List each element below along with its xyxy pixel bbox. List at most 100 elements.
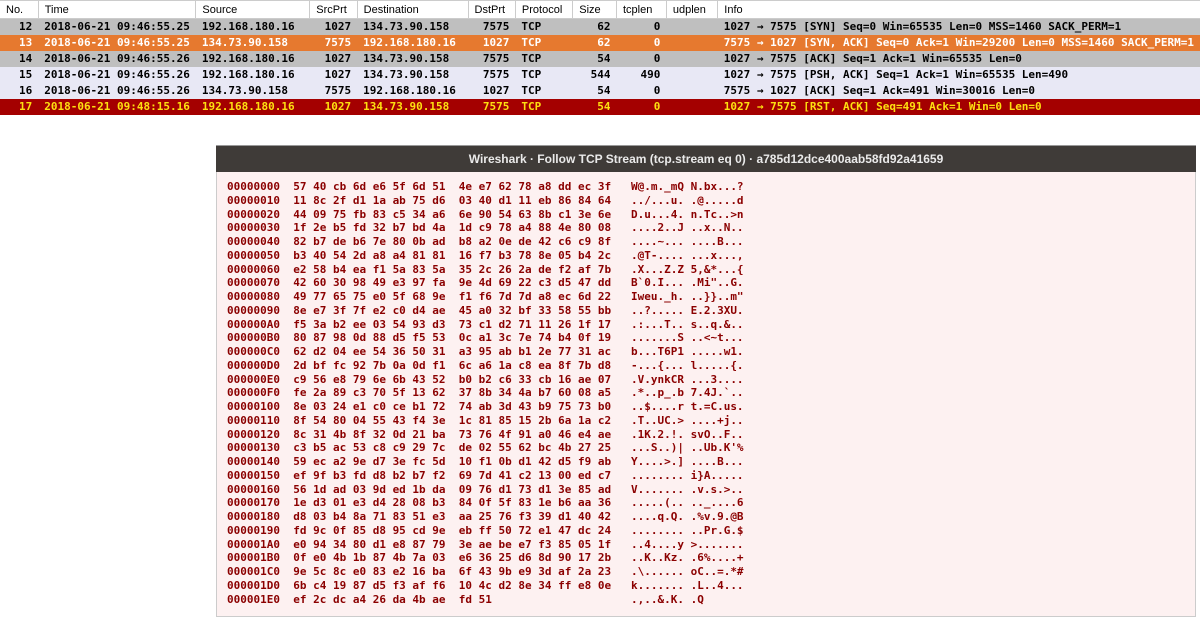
- hex-line[interactable]: 000000A0 f5 3a b2 ee 03 54 93 d3 73 c1 d…: [227, 318, 1185, 332]
- cell: 192.168.180.16: [196, 67, 310, 83]
- cell: 0: [616, 51, 666, 67]
- hex-line[interactable]: 00000100 8e 03 24 e1 c0 ce b1 72 74 ab 3…: [227, 400, 1185, 414]
- cell: 134.73.90.158: [357, 99, 468, 115]
- hex-line[interactable]: 00000130 c3 b5 ac 53 c8 c9 29 7c de 02 5…: [227, 441, 1185, 455]
- hex-line[interactable]: 000000C0 62 d2 04 ee 54 36 50 31 a3 95 a…: [227, 345, 1185, 359]
- cell: 1027 → 7575 [SYN] Seq=0 Win=65535 Len=0 …: [718, 19, 1200, 35]
- cell: 14: [0, 51, 38, 67]
- cell: 2018-06-21 09:46:55.25: [38, 35, 196, 51]
- col-tcplen-header[interactable]: tcplen: [616, 1, 666, 19]
- cell: 1027: [310, 99, 357, 115]
- cell: 1027 → 7575 [PSH, ACK] Seq=1 Ack=1 Win=6…: [718, 67, 1200, 83]
- hex-line[interactable]: 000001E0 ef 2c dc a4 26 da 4b ae fd 51 .…: [227, 593, 1185, 607]
- cell: 134.73.90.158: [196, 83, 310, 99]
- hex-line[interactable]: 00000190 fd 9c 0f 85 d8 95 cd 9e eb ff 5…: [227, 524, 1185, 538]
- cell: 16: [0, 83, 38, 99]
- cell: 15: [0, 67, 38, 83]
- cell: 0: [616, 83, 666, 99]
- col-no-header[interactable]: No.: [0, 1, 38, 19]
- table-row[interactable]: 142018-06-21 09:46:55.26192.168.180.1610…: [0, 51, 1200, 67]
- cell: [666, 83, 717, 99]
- col-time-header[interactable]: Time: [38, 1, 196, 19]
- hex-line[interactable]: 000001C0 9e 5c 8c e0 83 e2 16 ba 6f 43 9…: [227, 565, 1185, 579]
- cell: TCP: [515, 51, 572, 67]
- cell: 0: [616, 35, 666, 51]
- cell: 0: [616, 99, 666, 115]
- cell: 2018-06-21 09:46:55.26: [38, 67, 196, 83]
- hex-line[interactable]: 00000120 8c 31 4b 8f 32 0d 21 ba 73 76 4…: [227, 428, 1185, 442]
- cell: 7575: [468, 51, 515, 67]
- cell: 490: [616, 67, 666, 83]
- cell: 134.73.90.158: [357, 19, 468, 35]
- cell: 7575: [468, 67, 515, 83]
- cell: 1027 → 7575 [RST, ACK] Seq=491 Ack=1 Win…: [718, 99, 1200, 115]
- hex-line[interactable]: 000000F0 fe 2a 89 c3 70 5f 13 62 37 8b 3…: [227, 386, 1185, 400]
- table-row[interactable]: 162018-06-21 09:46:55.26134.73.90.158757…: [0, 83, 1200, 99]
- hex-line[interactable]: 00000110 8f 54 80 04 55 43 f4 3e 1c 81 8…: [227, 414, 1185, 428]
- hex-line[interactable]: 00000020 44 09 75 fb 83 c5 34 a6 6e 90 5…: [227, 208, 1185, 222]
- table-row[interactable]: 152018-06-21 09:46:55.26192.168.180.1610…: [0, 67, 1200, 83]
- hex-line[interactable]: 00000000 57 40 cb 6d e6 5f 6d 51 4e e7 6…: [227, 180, 1185, 194]
- hex-line[interactable]: 00000050 b3 40 54 2d a8 a4 81 81 16 f7 b…: [227, 249, 1185, 263]
- cell: 192.168.180.16: [196, 19, 310, 35]
- table-row[interactable]: 172018-06-21 09:48:15.16192.168.180.1610…: [0, 99, 1200, 115]
- hex-line[interactable]: 000001A0 e0 94 34 80 d1 e8 87 79 3e ae b…: [227, 538, 1185, 552]
- hex-line[interactable]: 00000030 1f 2e b5 fd 32 b7 bd 4a 1d c9 7…: [227, 221, 1185, 235]
- cell: 62: [573, 35, 617, 51]
- cell: TCP: [515, 67, 572, 83]
- hex-line[interactable]: 00000180 d8 03 b4 8a 71 83 51 e3 aa 25 7…: [227, 510, 1185, 524]
- hex-line[interactable]: 000000B0 80 87 98 0d 88 d5 f5 53 0c a1 3…: [227, 331, 1185, 345]
- cell: 192.168.180.16: [357, 35, 468, 51]
- cell: 544: [573, 67, 617, 83]
- cell: TCP: [515, 99, 572, 115]
- cell: 192.168.180.16: [196, 51, 310, 67]
- col-destination-header[interactable]: Destination: [357, 1, 468, 19]
- stream-titlebar[interactable]: Wireshark · Follow TCP Stream (tcp.strea…: [216, 146, 1196, 172]
- hex-line[interactable]: 000001D0 6b c4 19 87 d5 f3 af f6 10 4c d…: [227, 579, 1185, 593]
- cell: 2018-06-21 09:48:15.16: [38, 99, 196, 115]
- cell: 1027: [310, 51, 357, 67]
- hex-line[interactable]: 00000160 56 1d ad 03 9d ed 1b da 09 76 d…: [227, 483, 1185, 497]
- col-protocol-header[interactable]: Protocol: [515, 1, 572, 19]
- hex-line[interactable]: 00000140 59 ec a2 9e d7 3e fc 5d 10 f1 0…: [227, 455, 1185, 469]
- cell: 0: [616, 19, 666, 35]
- hex-line[interactable]: 00000010 11 8c 2f d1 1a ab 75 d6 03 40 d…: [227, 194, 1185, 208]
- cell: 134.73.90.158: [196, 35, 310, 51]
- cell: 7575: [468, 99, 515, 115]
- table-row[interactable]: 122018-06-21 09:46:55.25192.168.180.1610…: [0, 19, 1200, 35]
- cell: 2018-06-21 09:46:55.26: [38, 51, 196, 67]
- cell: 1027: [310, 67, 357, 83]
- cell: 192.168.180.16: [357, 83, 468, 99]
- stream-hex-view[interactable]: 00000000 57 40 cb 6d e6 5f 6d 51 4e e7 6…: [216, 172, 1196, 617]
- cell: 1027 → 7575 [ACK] Seq=1 Ack=1 Win=65535 …: [718, 51, 1200, 67]
- hex-line[interactable]: 00000170 1e d3 01 e3 d4 28 08 b3 84 0f 5…: [227, 496, 1185, 510]
- hex-line[interactable]: 000000D0 2d bf fc 92 7b 0a 0d f1 6c a6 1…: [227, 359, 1185, 373]
- packet-header-row: No. Time Source SrcPrt Destination DstPr…: [0, 1, 1200, 19]
- col-size-header[interactable]: Size: [573, 1, 617, 19]
- col-info-header[interactable]: Info: [718, 1, 1200, 19]
- cell: [666, 35, 717, 51]
- cell: 7575: [310, 35, 357, 51]
- cell: 134.73.90.158: [357, 67, 468, 83]
- packet-list-table[interactable]: No. Time Source SrcPrt Destination DstPr…: [0, 0, 1200, 115]
- hex-line[interactable]: 00000080 49 77 65 75 e0 5f 68 9e f1 f6 7…: [227, 290, 1185, 304]
- cell: 7575 → 1027 [SYN, ACK] Seq=0 Ack=1 Win=2…: [718, 35, 1200, 51]
- hex-line[interactable]: 000001B0 0f e0 4b 1b 87 4b 7a 03 e6 36 2…: [227, 551, 1185, 565]
- cell: 2018-06-21 09:46:55.25: [38, 19, 196, 35]
- col-dstprt-header[interactable]: DstPrt: [468, 1, 515, 19]
- cell: TCP: [515, 19, 572, 35]
- hex-line[interactable]: 00000090 8e e7 3f 7f e2 c0 d4 ae 45 a0 3…: [227, 304, 1185, 318]
- hex-line[interactable]: 00000070 42 60 30 98 49 e3 97 fa 9e 4d 6…: [227, 276, 1185, 290]
- cell: TCP: [515, 83, 572, 99]
- table-row[interactable]: 132018-06-21 09:46:55.25134.73.90.158757…: [0, 35, 1200, 51]
- col-udplen-header[interactable]: udplen: [666, 1, 717, 19]
- col-source-header[interactable]: Source: [196, 1, 310, 19]
- hex-line[interactable]: 000000E0 c9 56 e8 79 6e 6b 43 52 b0 b2 c…: [227, 373, 1185, 387]
- cell: 134.73.90.158: [357, 51, 468, 67]
- hex-line[interactable]: 00000040 82 b7 de b6 7e 80 0b ad b8 a2 0…: [227, 235, 1185, 249]
- col-srcprt-header[interactable]: SrcPrt: [310, 1, 357, 19]
- hex-line[interactable]: 00000060 e2 58 b4 ea f1 5a 83 5a 35 2c 2…: [227, 263, 1185, 277]
- cell: 192.168.180.16: [196, 99, 310, 115]
- cell: 54: [573, 99, 617, 115]
- hex-line[interactable]: 00000150 ef 9f b3 fd d8 b2 b7 f2 69 7d 4…: [227, 469, 1185, 483]
